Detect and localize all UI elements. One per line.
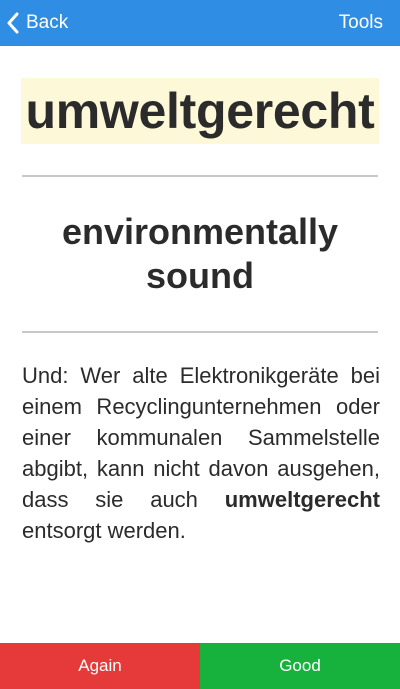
tools-button[interactable]: Tools xyxy=(339,0,383,46)
again-button[interactable]: Again xyxy=(0,643,200,689)
back-button[interactable]: Back xyxy=(6,0,68,46)
example-text-after: entsorgt werden. xyxy=(22,518,186,543)
translation-line-1: environmentally xyxy=(61,211,339,252)
divider-bottom xyxy=(22,331,378,333)
divider-top xyxy=(22,175,378,177)
term-container: umweltgerecht xyxy=(0,78,400,144)
example-sentence: Und: Wer alte Elektronikgeräte bei einem… xyxy=(22,360,380,546)
translation-line-2: sound xyxy=(146,255,254,296)
answer-bar: Again Good xyxy=(0,643,400,689)
nav-bar: Back Tools xyxy=(0,0,400,46)
flashcard-translation: environmentally sound xyxy=(20,210,380,298)
back-label: Back xyxy=(26,12,69,33)
example-highlighted-term: umweltgerecht xyxy=(224,487,380,512)
flashcard-term: umweltgerecht xyxy=(21,78,379,144)
good-button[interactable]: Good xyxy=(200,643,400,689)
chevron-left-icon xyxy=(7,12,19,34)
